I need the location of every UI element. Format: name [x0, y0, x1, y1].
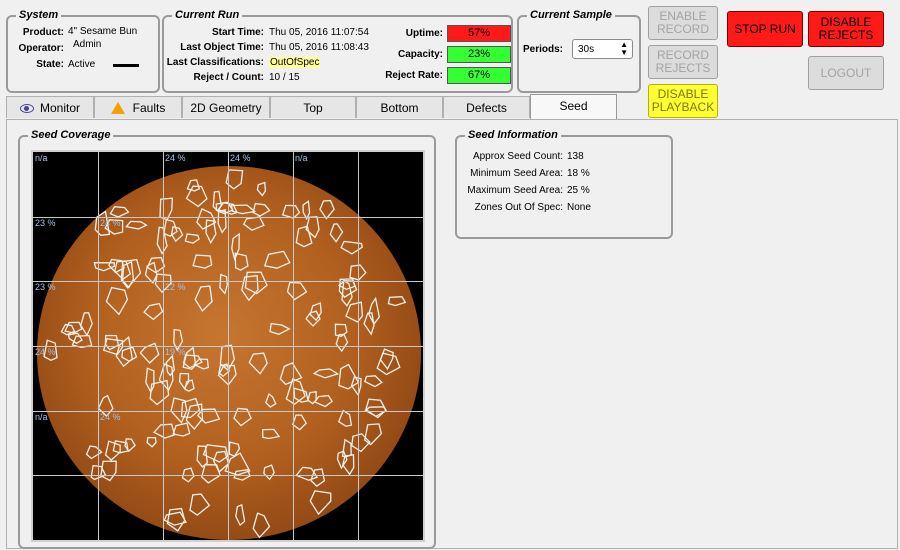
tab-defects-label: Defects	[466, 101, 507, 115]
max-seed-area-value: 25 %	[567, 185, 590, 196]
periods-select-value: 30s	[578, 44, 595, 55]
zone-label: 19 %	[165, 347, 186, 357]
reject-rate-meter: 67%	[447, 67, 511, 84]
product-label: Product:	[22, 27, 64, 38]
start-time-label: Start Time:	[211, 27, 264, 38]
zone-label: 22 %	[165, 282, 186, 292]
capacity-label: Capacity:	[397, 49, 443, 60]
eye-icon	[19, 104, 34, 114]
grid-line-horizontal	[33, 217, 423, 218]
seed-count-value: 138	[567, 151, 584, 162]
seed-coverage-title: Seed Coverage	[28, 129, 114, 141]
min-seed-area-row: Minimum Seed Area: 18 %	[457, 168, 667, 182]
start-time-value: Thu 05, 2016 11:07:54	[269, 27, 369, 38]
zone-label: 23 %	[35, 218, 56, 228]
warning-icon	[110, 101, 125, 114]
zone-label: 24 %	[230, 153, 251, 163]
disable-playback-button[interactable]: DISABLE PLAYBACK	[648, 84, 718, 118]
record-rejects-button[interactable]: RECORD REJECTS	[648, 45, 718, 79]
grid-line-horizontal	[33, 281, 423, 282]
periods-label: Periods:	[523, 44, 564, 55]
periods-select[interactable]: 30s ▲ ▼	[572, 39, 633, 59]
operator-value: Admin	[73, 39, 102, 50]
enable-record-button[interactable]: ENABLE RECORD	[648, 6, 718, 40]
max-seed-area-label: Maximum Seed Area:	[467, 185, 563, 196]
disable-rejects-button[interactable]: DISABLE REJECTS	[808, 11, 884, 47]
seed-count-row: Approx Seed Count: 138	[457, 151, 667, 165]
spinner-arrows-icon: ▲ ▼	[620, 40, 628, 57]
tab-defects[interactable]: Defects	[443, 96, 530, 118]
state-label: State:	[36, 59, 64, 70]
zone-label: n/a	[295, 153, 308, 163]
zones-out-of-spec-value: None	[567, 202, 591, 213]
tab-2d-geometry-label: 2D Geometry	[190, 101, 262, 115]
zones-out-of-spec-label: Zones Out Of Spec:	[474, 202, 563, 213]
seed-information-group: Seed Information Approx Seed Count: 138 …	[455, 129, 673, 239]
product-value: 4" Sesame Bun	[68, 26, 138, 37]
last-class-value: OutOfSpec	[269, 57, 321, 68]
zone-label: 24 %	[100, 218, 121, 228]
reject-count-value: 10 / 15	[269, 72, 300, 83]
last-object-value: Thu 05, 2016 11:08:43	[269, 42, 369, 53]
zone-label: 24 %	[35, 347, 56, 357]
seed-coverage-image: n/a 24 % 24 % n/a 23 % 24 % 23 % 22 % 24 % 19 % n/…	[31, 150, 425, 542]
tab-monitor-label: Monitor	[39, 101, 80, 115]
current-run-title: Current Run	[172, 9, 243, 21]
tab-bottom[interactable]: Bottom	[356, 96, 443, 118]
tab-top-label: Top	[303, 101, 323, 115]
system-group: System Product: 4" Sesame Bun Operator: …	[6, 9, 160, 93]
zone-label: 23 %	[35, 282, 56, 292]
zone-label: 24 %	[165, 153, 186, 163]
seed-count-label: Approx Seed Count:	[472, 151, 563, 162]
current-run-group: Current Run Start Time: Thu 05, 2016 11:…	[162, 9, 513, 93]
zone-label: n/a	[35, 153, 48, 163]
zone-grid: n/a 24 % 24 % n/a 23 % 24 % 23 % 22 % 24 % 19 % n/…	[33, 152, 423, 540]
grid-line-horizontal	[33, 411, 423, 412]
seed-information-title: Seed Information	[465, 129, 561, 141]
seed-tab-panel: Seed Coverage n/a 24 % 24 % n/a 23 % 24 % 23 %…	[6, 119, 898, 549]
tab-monitor[interactable]: Monitor	[6, 96, 94, 118]
reject-rate-label: Reject Rate:	[385, 70, 443, 81]
zone-label: 24 %	[100, 412, 121, 422]
capacity-meter: 23%	[447, 46, 511, 63]
grid-line-horizontal	[33, 475, 423, 476]
last-class-label: Last Classifications:	[166, 57, 264, 68]
uptime-meter: 57%	[447, 25, 511, 42]
tab-bottom-label: Bottom	[380, 101, 419, 115]
uptime-label: Uptime:	[405, 28, 443, 39]
min-seed-area-label: Minimum Seed Area:	[470, 168, 563, 179]
tab-faults[interactable]: Faults	[94, 96, 182, 118]
reject-count-label: Reject / Count:	[193, 72, 264, 83]
tab-2d-geometry[interactable]: 2D Geometry	[182, 96, 270, 118]
min-seed-area-value: 18 %	[567, 168, 590, 179]
max-seed-area-row: Maximum Seed Area: 25 %	[457, 185, 667, 199]
system-title: System	[16, 9, 62, 21]
zone-label: n/a	[35, 412, 48, 422]
seed-coverage-group: Seed Coverage n/a 24 % 24 % n/a 23 % 24 % 23 %…	[18, 129, 436, 549]
grid-line-horizontal	[33, 346, 423, 347]
current-sample-group: Current Sample Periods: 30s ▲ ▼	[517, 9, 641, 93]
logout-button[interactable]: LOGOUT	[808, 56, 884, 90]
tab-faults-label: Faults	[132, 101, 166, 115]
current-sample-title: Current Sample	[527, 9, 615, 21]
state-activity-icon	[113, 64, 139, 67]
tab-seed[interactable]: Seed	[530, 94, 617, 119]
tab-seed-label: Seed	[559, 99, 588, 113]
tab-top[interactable]: Top	[270, 96, 356, 118]
stop-run-button[interactable]: STOP RUN	[727, 11, 803, 47]
operator-label: Operator:	[18, 43, 64, 54]
state-value: Active	[68, 59, 96, 70]
zones-out-of-spec-row: Zones Out Of Spec: None	[457, 202, 667, 216]
last-object-label: Last Object Time:	[180, 42, 264, 53]
